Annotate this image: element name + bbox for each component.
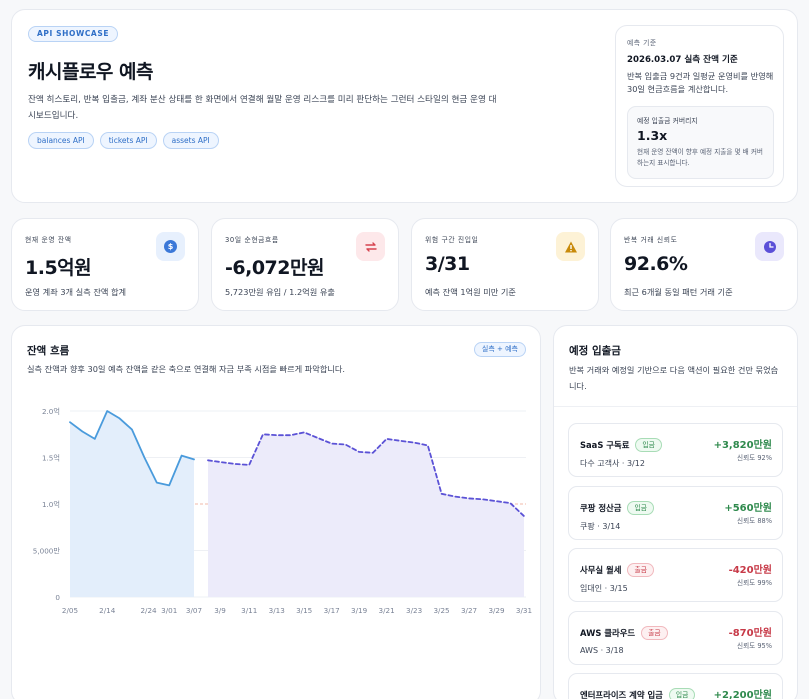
coverage-value: 1.3x — [637, 128, 668, 143]
kpi-label: 반복 거래 신뢰도 — [624, 236, 678, 244]
scheduled-item[interactable]: 사무실 월세 출금 임대인 · 3/15 -420만원 신뢰도 99% — [568, 548, 783, 602]
item-meta: AWS · 3/18 — [580, 646, 624, 655]
scheduled-item[interactable]: 엔터프라이즈 계약 입금 입금 +2,200만원 — [568, 673, 783, 699]
kpi-value: 1.5억원 — [25, 257, 92, 279]
page-description: 잔액 히스토리, 반복 입출금, 계좌 분산 상태를 한 화면에서 연결해 월말… — [28, 95, 497, 121]
x-tick-label: 2/24 — [140, 606, 157, 615]
chip-balances-api[interactable]: balances API — [28, 132, 94, 149]
x-tick-label: 3/07 — [186, 606, 202, 615]
item-name: 엔터프라이즈 계약 입금 — [580, 690, 663, 699]
item-name: AWS 클라우드 — [580, 628, 636, 638]
warning-icon — [556, 232, 585, 261]
kpi-card-reliability: 반복 거래 신뢰도 92.6% 최근 6개월 동일 패턴 거래 기준 — [610, 218, 798, 311]
item-amount: +2,200만원 — [713, 690, 772, 699]
item-amount: +560만원 — [724, 503, 772, 514]
chip-tickets-api[interactable]: tickets API — [99, 132, 157, 149]
item-confidence: 신뢰도 92% — [737, 454, 772, 462]
x-tick-label: 3/21 — [379, 606, 395, 615]
x-tick-label: 3/31 — [516, 606, 532, 615]
outflow-tag: 출금 — [641, 626, 668, 640]
item-confidence: 신뢰도 88% — [737, 517, 772, 525]
x-tick-label: 3/23 — [406, 606, 422, 615]
scheduled-title: 예정 입출금 — [569, 345, 621, 357]
item-meta: 다수 고객사 · 3/12 — [580, 459, 645, 468]
balance-flow-card: 잔액 흐름 실측 + 예측 실측 잔액과 향후 30일 예측 잔액을 같은 축으… — [11, 325, 541, 699]
actual-series-area — [70, 411, 194, 597]
kpi-label: 위험 구간 진입일 — [425, 236, 479, 244]
dollar-icon: $ — [156, 232, 185, 261]
outflow-tag: 출금 — [627, 563, 654, 577]
clock-icon — [755, 232, 784, 261]
x-tick-label: 2/14 — [99, 606, 116, 615]
kpi-value: 3/31 — [425, 253, 470, 275]
y-tick-label: 1.0억 — [42, 500, 60, 509]
balance-flow-chart: 0 5,000만 1.0억 1.5억 2.0억 2/05 2/14 2/24 3/01 3/07 3… — [33, 407, 532, 615]
x-tick-label: 3/27 — [461, 606, 477, 615]
y-tick-label: 0 — [55, 593, 60, 602]
forecast-basis-date: 2026.03.07 실측 잔액 기준 — [627, 55, 738, 65]
coverage-box: 예정 입출금 커버리지 1.3x 현재 운영 잔액이 향후 예정 지출을 몇 배… — [627, 106, 774, 179]
y-tick-label: 5,000만 — [33, 547, 61, 556]
x-tick-label: 3/29 — [488, 606, 505, 615]
inflow-tag: 입금 — [635, 438, 662, 452]
item-confidence: 신뢰도 99% — [737, 579, 772, 587]
forecast-basis-description: 반복 입출금 9건과 일평균 운영비를 반영해 30일 현금흐름을 계산합니다. — [627, 71, 774, 94]
item-meta: 쿠팡 · 3/14 — [580, 522, 621, 531]
api-showcase-badge: API SHOWCASE — [28, 26, 119, 42]
item-confidence: 신뢰도 95% — [737, 642, 772, 650]
item-amount: +3,820만원 — [713, 440, 772, 451]
item-amount: -420만원 — [728, 565, 772, 576]
divider — [554, 406, 797, 407]
item-amount: -870만원 — [728, 628, 772, 639]
x-tick-label: 3/15 — [296, 606, 312, 615]
item-meta: 임대인 · 3/15 — [580, 584, 628, 593]
kpi-value: -6,072만원 — [225, 257, 324, 279]
kpi-label: 현재 운영 잔액 — [25, 236, 72, 244]
x-tick-label: 3/13 — [269, 606, 285, 615]
scheduled-description: 반복 거래와 예정일 기반으로 다음 액션이 필요한 건만 묶었습니다. — [569, 365, 779, 391]
coverage-label: 예정 입출금 커버리지 — [637, 117, 698, 125]
kpi-label: 30일 순현금흐름 — [225, 236, 279, 244]
kpi-subtext: 최근 6개월 동일 패턴 거래 기준 — [624, 287, 733, 297]
kpi-subtext: 예측 잔액 1억원 미만 기준 — [425, 287, 516, 297]
x-tick-label: 3/17 — [324, 606, 340, 615]
x-tick-label: 3/01 — [161, 606, 177, 615]
scheduled-item[interactable]: AWS 클라우드 출금 AWS · 3/18 -870만원 신뢰도 95% — [568, 611, 783, 665]
x-tick-label: 3/19 — [351, 606, 368, 615]
kpi-subtext: 5,723만원 유입 / 1.2억원 유출 — [225, 287, 335, 297]
chip-assets-api[interactable]: assets API — [162, 132, 219, 149]
x-tick-label: 3/11 — [241, 606, 257, 615]
item-name: 사무실 월세 — [580, 565, 622, 575]
repeat-icon — [356, 232, 385, 261]
scheduled-item[interactable]: SaaS 구독료 입금 다수 고객사 · 3/12 +3,820만원 신뢰도 92… — [568, 423, 783, 477]
item-name: SaaS 구독료 — [580, 440, 630, 450]
page-title: 캐시플로우 예측 — [28, 61, 153, 83]
y-tick-label: 1.5억 — [42, 454, 60, 463]
hero-card: API SHOWCASE 캐시플로우 예측 잔액 히스토리, 반복 입출금, 계… — [11, 9, 798, 203]
api-chips: balances API tickets API assets API — [28, 132, 219, 149]
kpi-card-risk-date: 위험 구간 진입일 3/31 예측 잔액 1억원 미만 기준 — [411, 218, 599, 311]
kpi-value: 92.6% — [624, 253, 688, 275]
kpi-subtext: 운영 계좌 3개 실측 잔액 합계 — [25, 287, 127, 297]
coverage-description: 현재 운영 잔액이 향후 예정 지출을 몇 배 커버하는지 표시합니다. — [637, 148, 763, 167]
item-name: 쿠팡 정산금 — [580, 503, 622, 513]
x-tick-label: 3/9 — [214, 606, 226, 615]
forecast-basis-label: 예측 기준 — [627, 39, 657, 47]
kpi-card-net-flow: 30일 순현금흐름 -6,072만원 5,723만원 유입 / 1.2억원 유출 — [211, 218, 399, 311]
kpi-card-balance: 현재 운영 잔액 1.5억원 운영 계좌 3개 실측 잔액 합계 $ — [11, 218, 199, 311]
scheduled-item[interactable]: 쿠팡 정산금 입금 쿠팡 · 3/14 +560만원 신뢰도 88% — [568, 486, 783, 540]
y-tick-label: 2.0억 — [42, 407, 60, 416]
scheduled-transactions-card: 예정 입출금 반복 거래와 예정일 기반으로 다음 액션이 필요한 건만 묶었습… — [553, 325, 798, 699]
inflow-tag: 입금 — [668, 688, 696, 699]
inflow-tag: 입금 — [627, 501, 654, 515]
x-tick-label: 2/05 — [62, 606, 78, 615]
forecast-basis-panel: 예측 기준 2026.03.07 실측 잔액 기준 반복 입출금 9건과 일평균… — [615, 25, 784, 187]
x-tick-label: 3/25 — [433, 606, 449, 615]
